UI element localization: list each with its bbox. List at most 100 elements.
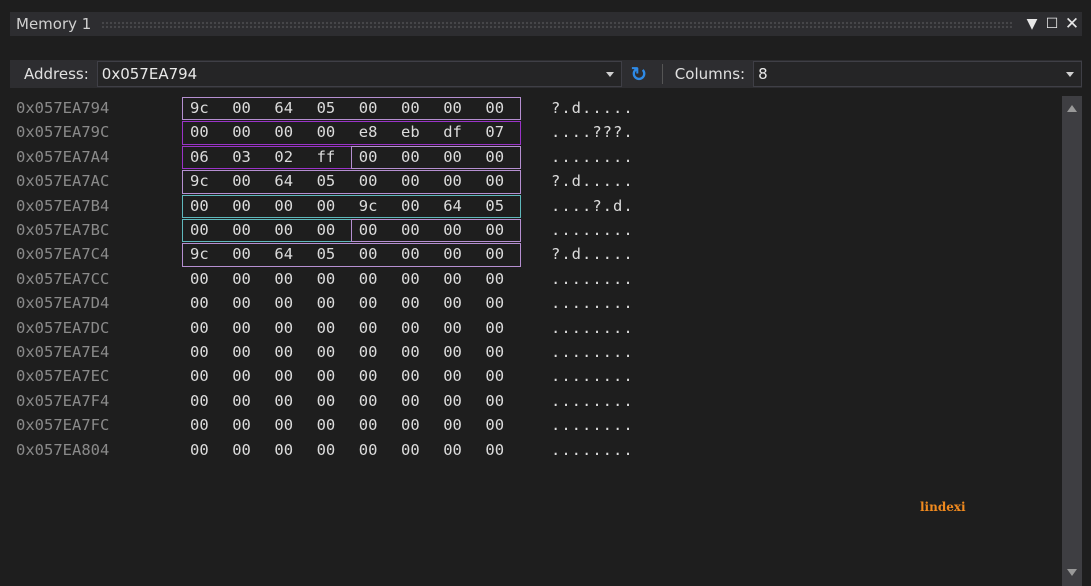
columns-dropdown-chevron-down-icon[interactable]: [1066, 71, 1074, 77]
byte-cell[interactable]: 00: [443, 413, 462, 437]
byte-cell[interactable]: 00: [232, 438, 251, 462]
byte-cell[interactable]: 00: [232, 242, 251, 266]
byte-cell[interactable]: 00: [274, 389, 293, 413]
address-value[interactable]: 0x057EA794: [98, 65, 606, 83]
byte-cell[interactable]: 00: [485, 267, 504, 291]
byte-cell[interactable]: 00: [485, 242, 504, 266]
byte-cell[interactable]: 00: [232, 96, 251, 120]
byte-cell[interactable]: 00: [401, 316, 420, 340]
address-dropdown-chevron-down-icon[interactable]: [605, 71, 614, 77]
byte-cell[interactable]: 00: [232, 267, 251, 291]
byte-cell[interactable]: 00: [485, 218, 504, 242]
byte-cell[interactable]: 00: [359, 340, 378, 364]
byte-cell[interactable]: 00: [274, 267, 293, 291]
byte-cell[interactable]: 00: [443, 267, 462, 291]
byte-cell[interactable]: 00: [401, 242, 420, 266]
columns-select[interactable]: 8: [753, 61, 1082, 87]
byte-cell[interactable]: 00: [485, 413, 504, 437]
byte-cell[interactable]: 00: [485, 96, 504, 120]
byte-cell[interactable]: 00: [190, 340, 209, 364]
byte-cell[interactable]: 00: [190, 413, 209, 437]
byte-cell[interactable]: 00: [359, 218, 378, 242]
byte-cell[interactable]: 00: [190, 291, 209, 315]
window-menu-chevron-down-icon[interactable]: ▼: [1022, 12, 1042, 36]
byte-cell[interactable]: 00: [232, 291, 251, 315]
scroll-up-icon[interactable]: [1067, 105, 1077, 112]
byte-cell[interactable]: 00: [485, 291, 504, 315]
byte-cell[interactable]: 00: [317, 389, 336, 413]
byte-cell[interactable]: 00: [232, 169, 251, 193]
byte-cell[interactable]: 00: [443, 291, 462, 315]
byte-cell[interactable]: 00: [232, 364, 251, 388]
byte-cell[interactable]: 64: [274, 169, 293, 193]
byte-cell[interactable]: 00: [443, 389, 462, 413]
byte-cell[interactable]: 00: [443, 145, 462, 169]
byte-cell[interactable]: 00: [359, 438, 378, 462]
byte-cell[interactable]: 00: [401, 267, 420, 291]
byte-cell[interactable]: 00: [401, 194, 420, 218]
byte-cell[interactable]: 00: [443, 364, 462, 388]
byte-cell[interactable]: 00: [359, 242, 378, 266]
byte-cell[interactable]: 00: [317, 438, 336, 462]
byte-cell[interactable]: 00: [317, 316, 336, 340]
byte-cell[interactable]: 02: [274, 145, 293, 169]
byte-cell[interactable]: 00: [401, 169, 420, 193]
maximize-icon[interactable]: ☐: [1042, 12, 1062, 36]
scroll-down-icon[interactable]: [1067, 569, 1077, 576]
byte-cell[interactable]: 9c: [190, 169, 209, 193]
byte-cell[interactable]: 00: [274, 340, 293, 364]
byte-cell[interactable]: 9c: [190, 96, 209, 120]
byte-cell[interactable]: 00: [190, 438, 209, 462]
byte-cell[interactable]: 00: [401, 438, 420, 462]
byte-cell[interactable]: e8: [359, 120, 378, 144]
byte-cell[interactable]: 00: [359, 413, 378, 437]
byte-cell[interactable]: 00: [190, 389, 209, 413]
byte-cell[interactable]: 00: [485, 340, 504, 364]
byte-cell[interactable]: 00: [443, 438, 462, 462]
byte-cell[interactable]: 07: [485, 120, 504, 144]
byte-cell[interactable]: 00: [443, 340, 462, 364]
byte-cell[interactable]: 00: [401, 364, 420, 388]
byte-cell[interactable]: 00: [190, 218, 209, 242]
byte-cell[interactable]: 00: [274, 194, 293, 218]
vertical-scrollbar[interactable]: [1062, 96, 1082, 586]
byte-cell[interactable]: 00: [359, 291, 378, 315]
byte-cell[interactable]: 00: [359, 389, 378, 413]
byte-cell[interactable]: 00: [317, 120, 336, 144]
byte-cell[interactable]: 00: [274, 316, 293, 340]
byte-cell[interactable]: 03: [232, 145, 251, 169]
byte-cell[interactable]: 00: [232, 194, 251, 218]
drag-grip[interactable]: [101, 20, 1012, 28]
byte-cell[interactable]: 00: [401, 389, 420, 413]
byte-cell[interactable]: 00: [232, 413, 251, 437]
byte-cell[interactable]: 00: [190, 364, 209, 388]
byte-cell[interactable]: 00: [274, 218, 293, 242]
byte-cell[interactable]: 00: [443, 242, 462, 266]
byte-cell[interactable]: 00: [317, 218, 336, 242]
byte-cell[interactable]: 64: [443, 194, 462, 218]
byte-cell[interactable]: ff: [317, 145, 336, 169]
byte-cell[interactable]: 00: [190, 267, 209, 291]
byte-cell[interactable]: 05: [317, 242, 336, 266]
byte-cell[interactable]: 00: [274, 438, 293, 462]
byte-cell[interactable]: 00: [443, 96, 462, 120]
byte-cell[interactable]: 00: [401, 340, 420, 364]
byte-cell[interactable]: 00: [359, 96, 378, 120]
byte-cell[interactable]: 00: [485, 169, 504, 193]
byte-cell[interactable]: 9c: [359, 194, 378, 218]
byte-cell[interactable]: 00: [317, 194, 336, 218]
byte-cell[interactable]: 00: [401, 413, 420, 437]
byte-cell[interactable]: df: [443, 120, 462, 144]
byte-cell[interactable]: 00: [317, 364, 336, 388]
byte-cell[interactable]: 00: [232, 389, 251, 413]
byte-cell[interactable]: 00: [232, 218, 251, 242]
byte-cell[interactable]: 00: [401, 291, 420, 315]
byte-cell[interactable]: 00: [232, 340, 251, 364]
byte-cell[interactable]: 00: [359, 267, 378, 291]
byte-cell[interactable]: 05: [317, 169, 336, 193]
byte-cell[interactable]: 64: [274, 242, 293, 266]
byte-cell[interactable]: 05: [317, 96, 336, 120]
byte-cell[interactable]: 00: [190, 194, 209, 218]
byte-cell[interactable]: 00: [274, 364, 293, 388]
byte-cell[interactable]: 00: [401, 145, 420, 169]
